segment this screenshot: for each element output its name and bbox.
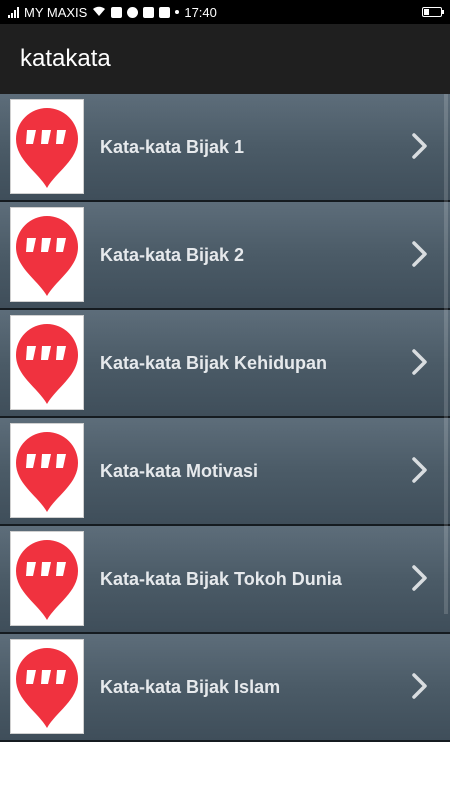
- telegram-icon: [127, 6, 139, 18]
- list-item-3[interactable]: Kata-kata Bijak Kehidupan: [0, 310, 450, 418]
- list-item-label: Kata-kata Bijak Kehidupan: [100, 352, 328, 373]
- list-item-label: Kata-kata Bijak 2: [100, 244, 245, 265]
- list-item-label: Kata-kata Bijak Tokoh Dunia: [100, 568, 342, 589]
- chevron-right-icon: [410, 240, 430, 268]
- app-title: katakata: [20, 45, 111, 72]
- list-item-label: Kata-kata Bijak 1: [100, 136, 245, 157]
- quote-bubble-icon: [10, 315, 84, 410]
- status-bar-right: [422, 7, 444, 17]
- menu-list: Kata-kata Bijak 1 Kata-kata Bijak 2 Kata…: [0, 94, 450, 742]
- app-bar: katakata: [0, 24, 450, 94]
- quote-bubble-icon: [10, 639, 84, 734]
- chevron-right-icon: [410, 456, 430, 484]
- mail-icon: [111, 6, 123, 18]
- chevron-right-icon: [410, 132, 430, 160]
- battery-icon: [422, 7, 444, 17]
- list-item-4[interactable]: Kata-kata Motivasi: [0, 418, 450, 526]
- list-item-6[interactable]: Kata-kata Bijak Islam: [0, 634, 450, 742]
- facebook-icon: [143, 6, 155, 18]
- quote-bubble-icon: [10, 531, 84, 626]
- carrier-name: MY MAXIS: [24, 4, 88, 20]
- gmail-icon: [159, 6, 171, 18]
- quote-bubble-icon: [10, 423, 84, 518]
- scrollbar[interactable]: [444, 94, 448, 614]
- status-bar: MY MAXIS 17:40: [0, 0, 450, 24]
- dot-icon: [175, 10, 180, 14]
- signal-icon: [8, 6, 19, 18]
- list-item-label: Kata-kata Motivasi: [100, 460, 259, 481]
- chevron-right-icon: [410, 564, 430, 592]
- wifi-icon: [92, 5, 106, 20]
- quote-bubble-icon: [10, 99, 84, 194]
- chevron-right-icon: [410, 348, 430, 376]
- status-time: 17:40: [184, 4, 217, 20]
- list-item-1[interactable]: Kata-kata Bijak 1: [0, 94, 450, 202]
- chevron-right-icon: [410, 672, 430, 700]
- list-item-2[interactable]: Kata-kata Bijak 2: [0, 202, 450, 310]
- list-item-label: Kata-kata Bijak Islam: [100, 676, 281, 697]
- list-item-5[interactable]: Kata-kata Bijak Tokoh Dunia: [0, 526, 450, 634]
- status-bar-left: MY MAXIS 17:40: [8, 5, 217, 20]
- quote-bubble-icon: [10, 207, 84, 302]
